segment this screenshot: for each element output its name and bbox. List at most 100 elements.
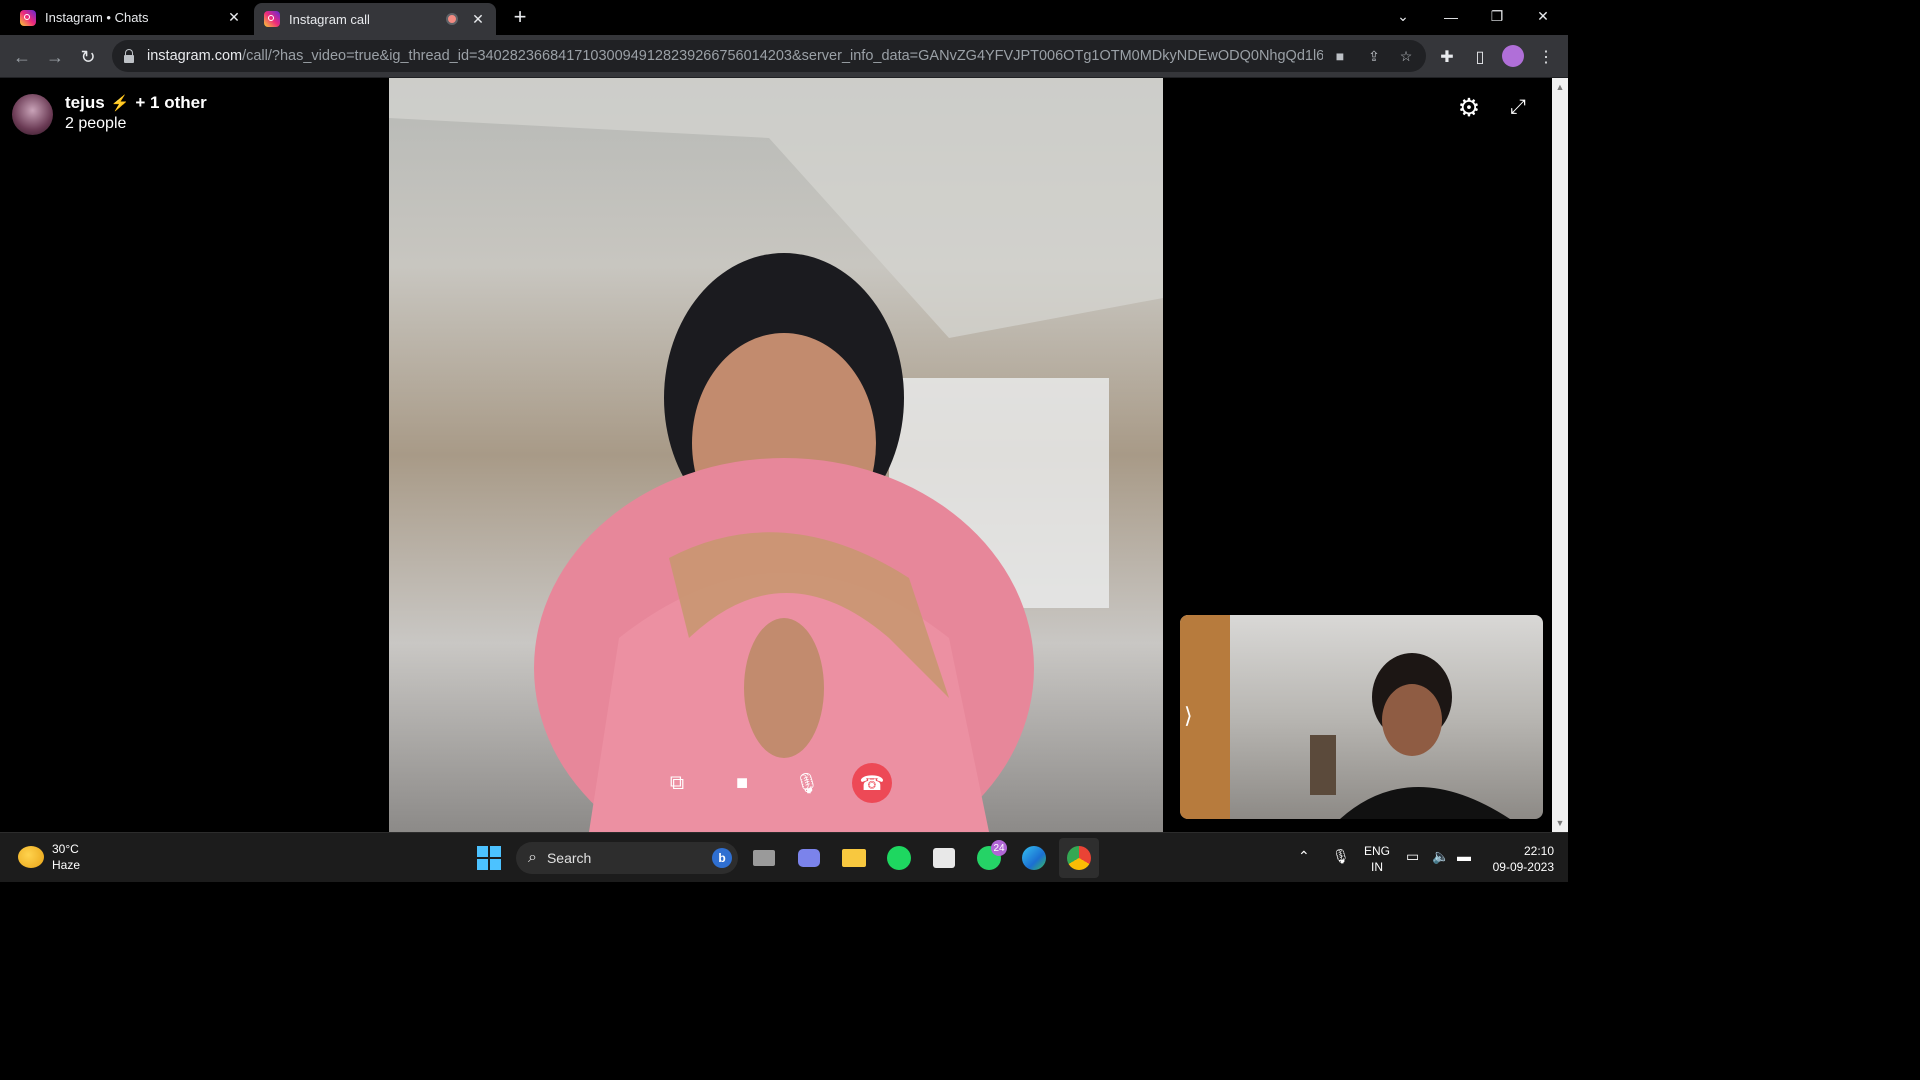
file-explorer-button[interactable] — [834, 838, 874, 878]
weather-widget[interactable]: 30°C Haze — [18, 841, 80, 873]
lock-icon[interactable] — [124, 49, 134, 63]
call-area: tejus ⚡ + 1 other 2 people ⟩ ⚙ ⤢ ⧉ ■ 🎙 ☎ — [0, 78, 1552, 832]
reload-button[interactable]: ↻ — [74, 43, 102, 71]
tab-title: Instagram call — [289, 11, 370, 27]
end-call-icon: ☎ — [859, 772, 885, 795]
instagram-icon — [264, 11, 280, 27]
expand-icon[interactable]: ⤢ — [1506, 95, 1530, 119]
people-count: 2 people — [65, 115, 127, 132]
search-icon: ⌕ — [528, 849, 537, 866]
share-icon[interactable]: ⇪ — [1360, 40, 1388, 72]
back-button[interactable]: ← — [8, 43, 36, 71]
browser-toolbar: ← → ↻ instagram.com/call/?has_video=true… — [0, 35, 1568, 78]
lang-line2: IN — [1371, 860, 1383, 874]
gear-icon[interactable]: ⚙ — [1456, 94, 1482, 122]
restore-icon: ❐ — [1490, 8, 1504, 24]
tab-instagram-call[interactable]: Instagram call ✕ — [254, 3, 496, 35]
store-icon — [933, 848, 955, 868]
screen-share-icon: ⧉ — [669, 771, 685, 794]
tab-instagram-chats[interactable]: Instagram • Chats ✕ — [8, 0, 252, 35]
weather-icon — [18, 846, 44, 868]
weather-temp: 30°C — [52, 842, 79, 856]
windows-icon — [477, 846, 501, 870]
tab-strip: Instagram • Chats ✕ Instagram call ✕ + ⌄… — [0, 0, 1568, 35]
bing-icon[interactable]: b — [712, 848, 732, 868]
scroll-down-icon[interactable]: ▼ — [1552, 816, 1568, 830]
scroll-up-icon[interactable]: ▲ — [1552, 80, 1568, 94]
start-button[interactable] — [469, 838, 509, 878]
remote-video-frame — [389, 78, 1163, 832]
menu-icon[interactable]: ⋮ — [1532, 43, 1560, 71]
close-icon[interactable]: ✕ — [468, 9, 488, 29]
reload-icon: ↻ — [80, 46, 96, 67]
close-icon[interactable]: ✕ — [224, 8, 244, 28]
clock[interactable]: 22:10 09-09-2023 — [1488, 843, 1554, 875]
mic-icon[interactable]: 🎙 — [1332, 848, 1350, 865]
edge-icon — [1022, 846, 1046, 870]
call-header: tejus ⚡ + 1 other 2 people — [12, 93, 207, 135]
star-icon[interactable]: ☆ — [1392, 40, 1420, 72]
screen-share-button[interactable]: ⧉ — [657, 763, 697, 803]
sidepanel-icon[interactable]: ▯ — [1466, 43, 1494, 71]
store-button[interactable] — [924, 838, 964, 878]
instagram-icon — [20, 9, 36, 26]
notification-badge: 24 — [991, 840, 1007, 856]
new-tab-button[interactable]: + — [508, 4, 532, 29]
restore-button[interactable]: ❐ — [1474, 0, 1520, 33]
chrome-icon — [1067, 846, 1091, 870]
teams-button[interactable] — [789, 838, 829, 878]
taskbar-search[interactable]: ⌕ Search b — [516, 842, 738, 874]
self-video — [1180, 615, 1543, 819]
end-call-button[interactable]: ☎ — [852, 763, 892, 803]
mic-icon: 🎙 — [794, 772, 820, 795]
scrollbar[interactable]: ▲ ▼ — [1552, 78, 1568, 832]
participant-name: tejus — [65, 93, 105, 112]
tab-search-button[interactable]: ⌄ — [1380, 0, 1426, 33]
forward-button[interactable]: → — [41, 43, 69, 71]
taskbar: 30°C Haze ⌕ Search b 24 ⌃ 🎙 ENG IN ▭ 🔈 ▬… — [0, 832, 1568, 882]
url-text[interactable]: instagram.com/call/?has_video=true&ig_th… — [147, 48, 1323, 64]
date: 09-09-2023 — [1492, 860, 1554, 874]
video-icon: ■ — [735, 771, 749, 794]
teams-icon — [798, 849, 820, 867]
forward-icon: → — [46, 46, 64, 67]
lightning-icon: ⚡ — [110, 95, 130, 112]
battery-icon[interactable]: ▬ — [1457, 848, 1471, 864]
camera-icon[interactable]: ■ — [1326, 40, 1354, 72]
search-label: Search — [546, 850, 592, 866]
url-host: instagram.com — [147, 48, 243, 64]
mic-toggle-button[interactable]: 🎙 — [787, 763, 827, 803]
tab-title: Instagram • Chats — [45, 10, 149, 25]
profile-avatar[interactable] — [1502, 45, 1524, 67]
avatar[interactable] — [12, 94, 53, 135]
volume-icon[interactable]: 🔈 — [1432, 848, 1449, 865]
chrome-button[interactable] — [1059, 838, 1099, 878]
back-icon: ← — [13, 46, 31, 67]
task-view-button[interactable] — [744, 838, 784, 878]
language-indicator[interactable]: ENG IN — [1364, 843, 1390, 875]
close-icon: ✕ — [1537, 8, 1549, 24]
edge-button[interactable] — [1014, 838, 1054, 878]
weather-desc: Haze — [52, 858, 81, 872]
recording-icon — [446, 13, 458, 25]
window-close-button[interactable]: ✕ — [1520, 0, 1566, 33]
extensions-icon[interactable]: ✚ — [1433, 43, 1461, 71]
whatsapp-button[interactable]: 24 — [969, 838, 1009, 878]
time: 22:10 — [1523, 844, 1554, 858]
chevron-right-icon[interactable]: ⟩ — [1184, 703, 1193, 729]
url-path: /call/?has_video=true&ig_thread_id=34028… — [242, 48, 1323, 64]
network-icon[interactable]: ▭ — [1406, 848, 1419, 865]
plus-icon: + — [513, 4, 527, 29]
minimize-icon: — — [1444, 8, 1458, 25]
minimize-button[interactable]: — — [1428, 0, 1474, 33]
self-video-frame — [1180, 615, 1510, 819]
video-toggle-button[interactable]: ■ — [722, 763, 762, 803]
spotify-icon — [887, 846, 911, 870]
folder-icon — [842, 849, 866, 867]
chevron-down-icon: ⌄ — [1397, 8, 1409, 24]
chevron-up-icon[interactable]: ⌃ — [1298, 848, 1310, 865]
spotify-button[interactable] — [879, 838, 919, 878]
address-bar[interactable]: instagram.com/call/?has_video=true&ig_th… — [112, 40, 1426, 72]
lang-line1: ENG — [1364, 844, 1391, 858]
remote-video — [389, 78, 1163, 832]
